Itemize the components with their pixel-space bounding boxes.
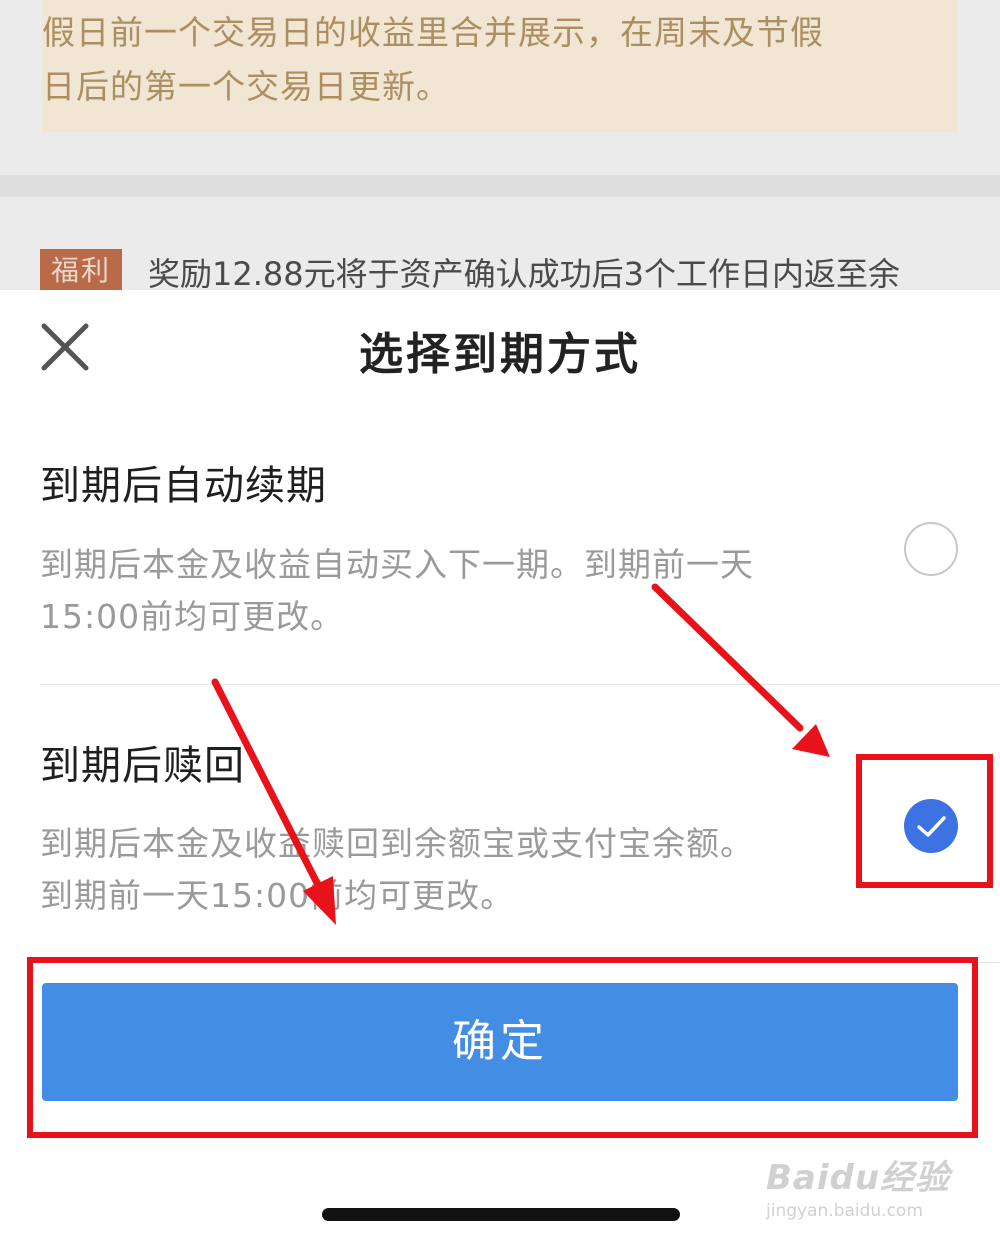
option-redeem-desc: 到期前一天15:00前均可更改。 — [40, 876, 515, 915]
watermark-logo-text: Baidu经验 — [766, 1158, 951, 1198]
sheet-title: 选择到期方式 — [359, 329, 641, 380]
option-auto-renew-title[interactable]: 到期后自动续期 — [40, 453, 327, 511]
notice-line: 假日前一个交易日的收益里合并展示，在周末及节假 — [42, 13, 824, 52]
option-redeem-desc: 到期后本金及收益赎回到余额宝或支付宝余额。 — [40, 824, 754, 863]
radio-auto-renew[interactable] — [904, 522, 958, 576]
background-page: 假日前一个交易日的收益里合并展示，在周末及节假 日后的第一个交易日更新。 福利 … — [0, 0, 1000, 290]
option-redeem-title[interactable]: 到期后赎回 — [40, 733, 245, 791]
notice-line: 日后的第一个交易日更新。 — [42, 67, 450, 106]
option-auto-renew-desc: 到期后本金及收益自动买入下一期。到期前一天 — [40, 545, 754, 584]
section-divider — [0, 175, 1000, 197]
watermark-url: jingyan.baidu.com — [766, 1201, 923, 1221]
highlight-box-radio — [856, 754, 993, 888]
option-divider — [40, 684, 1000, 685]
highlight-box-confirm — [27, 957, 978, 1138]
perk-text: 奖励12.88元将于资产确认成功后3个工作日内返至余 — [148, 255, 900, 290]
baidu-watermark: Baidu经验 jingyan.baidu.com — [766, 1150, 966, 1221]
perk-tag: 福利 — [40, 249, 122, 290]
option-auto-renew-desc: 15:00前均可更改。 — [40, 597, 345, 636]
home-indicator[interactable] — [322, 1208, 680, 1221]
